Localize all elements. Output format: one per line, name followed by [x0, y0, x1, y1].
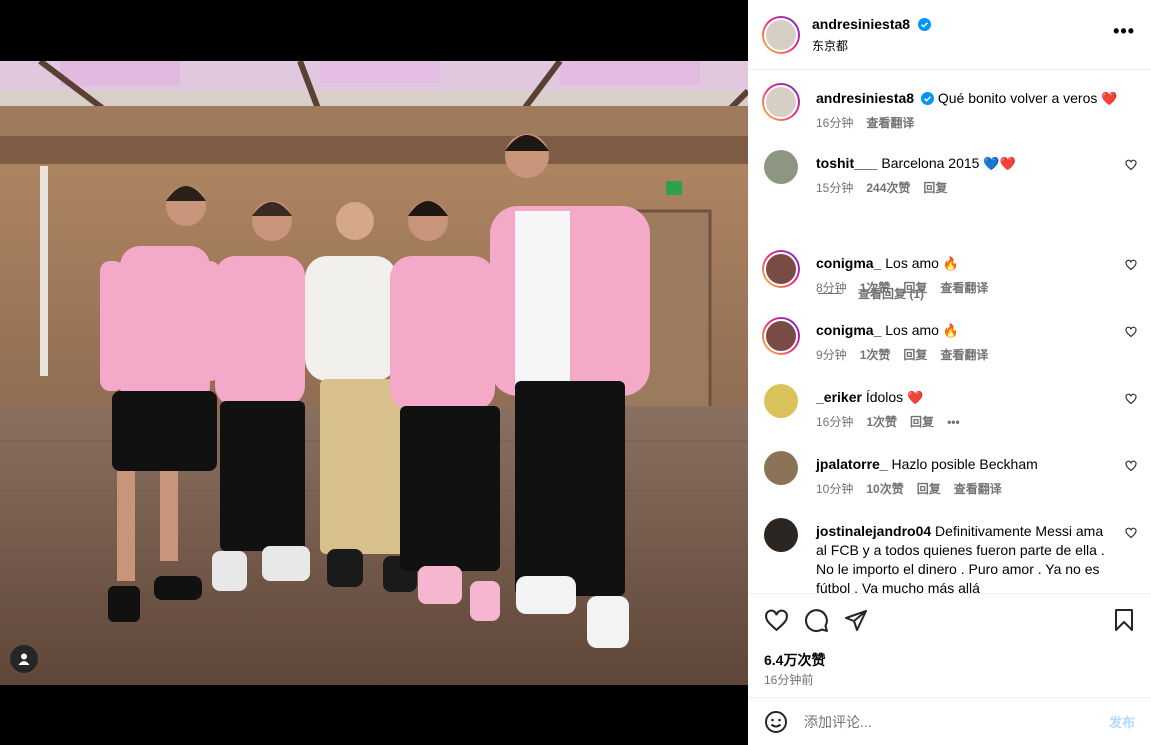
- likes-count[interactable]: 6.4万次赞: [764, 650, 825, 670]
- bookmark-icon[interactable]: [1113, 608, 1135, 632]
- comment-like-heart-icon[interactable]: [1125, 460, 1137, 472]
- more-options-icon[interactable]: •••: [1113, 22, 1135, 40]
- commenter-avatar[interactable]: [762, 250, 800, 288]
- comment-item: toshit___ Barcelona 2015 💙❤️ 15分钟 244次赞 …: [762, 150, 1137, 198]
- comment-text: Ídolos: [865, 389, 904, 405]
- comment-like-heart-icon[interactable]: [1125, 393, 1137, 405]
- verified-badge-icon: [917, 17, 931, 31]
- user-tag-icon[interactable]: [10, 645, 38, 673]
- post-sidebar: andresiniesta8 东京都 ••• andresiniesta8 Qu…: [748, 0, 1151, 745]
- comment-input[interactable]: 添加评论...: [804, 712, 1109, 732]
- emoji-icon[interactable]: [764, 710, 788, 734]
- author-avatar[interactable]: [762, 15, 800, 54]
- person-2: [212, 201, 310, 591]
- comment-like-heart-icon[interactable]: [1125, 159, 1137, 171]
- commenter-avatar[interactable]: [764, 518, 798, 552]
- comment-item: jpalatorre_ Hazlo posible Beckham 10分钟 1…: [762, 451, 1137, 499]
- add-comment-bar: 添加评论... 发布: [748, 697, 1151, 745]
- post-photo[interactable]: [0, 61, 748, 685]
- comment-time[interactable]: 8分钟: [816, 279, 847, 298]
- caption-text: Qué bonito volver a veros: [937, 90, 1098, 106]
- comment-like-heart-icon[interactable]: [1125, 259, 1137, 271]
- comment-text: Hazlo posible Beckham: [891, 456, 1038, 472]
- comment-emoji: 🔥: [942, 256, 960, 271]
- comment-likes[interactable]: 1次赞: [860, 346, 891, 365]
- caption-time[interactable]: 16分钟: [816, 114, 853, 133]
- red-heart-emoji: ❤️: [1101, 91, 1118, 106]
- comment-username[interactable]: jostinalejandro04: [816, 523, 931, 539]
- comment-time[interactable]: 15分钟: [816, 179, 853, 198]
- comment-item: jostinalejandro04 Definitivamente Messi …: [762, 518, 1137, 593]
- comment-time[interactable]: 10分钟: [816, 480, 853, 499]
- author-username[interactable]: andresiniesta8: [812, 16, 910, 32]
- see-translation-button[interactable]: 查看翻译: [954, 480, 1002, 499]
- comment-like-heart-icon[interactable]: [1125, 326, 1137, 338]
- commenter-avatar[interactable]: [764, 451, 798, 485]
- post-time[interactable]: 16分钟前: [764, 671, 813, 688]
- post-comment-button[interactable]: 发布: [1109, 712, 1135, 731]
- comment-username[interactable]: _eriker: [816, 389, 862, 405]
- reply-button[interactable]: 回复: [923, 179, 947, 198]
- comment-time[interactable]: 16分钟: [816, 413, 853, 432]
- post-actions: 6.4万次赞 16分钟前: [748, 593, 1151, 697]
- person-4: [390, 201, 500, 621]
- comment-text: Barcelona 2015: [881, 155, 980, 171]
- comment-options-icon[interactable]: •••: [947, 413, 960, 432]
- commenter-avatar[interactable]: [762, 317, 800, 355]
- see-translation-button[interactable]: 查看翻译: [866, 114, 914, 133]
- comment-likes[interactable]: 244次赞: [866, 179, 910, 198]
- reply-button[interactable]: 回复: [910, 413, 934, 432]
- comment-like-heart-icon[interactable]: [1125, 527, 1137, 539]
- comment-username[interactable]: conigma_: [816, 255, 881, 271]
- comment-likes[interactable]: 1次赞: [866, 413, 897, 432]
- comment-item: _eriker Ídolos ❤️ 16分钟 1次赞 回复 •••: [762, 384, 1137, 432]
- comment-item: conigma_ Los amo 🔥 8分钟 1次赞 回复 查看翻译: [762, 250, 1137, 298]
- see-translation-button[interactable]: 查看翻译: [940, 279, 988, 298]
- comment-likes[interactable]: 10次赞: [866, 480, 903, 499]
- comment-item: conigma_ Los amo 🔥 9分钟 1次赞 回复 查看翻译: [762, 317, 1137, 365]
- comment-username[interactable]: conigma_: [816, 322, 881, 338]
- post-header: andresiniesta8 东京都 •••: [748, 0, 1151, 70]
- caption: andresiniesta8 Qué bonito volver a veros…: [762, 83, 1137, 133]
- caption-avatar[interactable]: [762, 83, 800, 121]
- comment-username[interactable]: toshit___: [816, 155, 877, 171]
- photo-illustration: [0, 61, 748, 685]
- comments-list: andresiniesta8 Qué bonito volver a veros…: [748, 71, 1151, 593]
- caption-username[interactable]: andresiniesta8: [816, 90, 914, 106]
- heart-icon[interactable]: [764, 608, 789, 633]
- reply-button[interactable]: 回复: [917, 480, 941, 499]
- commenter-avatar[interactable]: [764, 150, 798, 184]
- comment-likes[interactable]: 1次赞: [860, 279, 891, 298]
- comment-username[interactable]: jpalatorre_: [816, 456, 888, 472]
- post-location[interactable]: 东京都: [812, 37, 931, 54]
- comment-emoji: 💙❤️: [983, 156, 1016, 171]
- reply-button[interactable]: 回复: [903, 346, 927, 365]
- comment-time[interactable]: 9分钟: [816, 346, 847, 365]
- verified-badge-icon: [920, 92, 934, 105]
- photo-panel: [0, 0, 748, 745]
- comment-emoji: ❤️: [907, 390, 924, 405]
- see-translation-button[interactable]: 查看翻译: [940, 346, 988, 365]
- comment-text: Los amo: [885, 322, 939, 338]
- comment-emoji: 🔥: [942, 323, 960, 338]
- share-icon[interactable]: [844, 608, 868, 632]
- comment-icon[interactable]: [804, 608, 829, 633]
- reply-button[interactable]: 回复: [903, 279, 927, 298]
- commenter-avatar[interactable]: [764, 384, 798, 418]
- comment-text: Los amo: [885, 255, 939, 271]
